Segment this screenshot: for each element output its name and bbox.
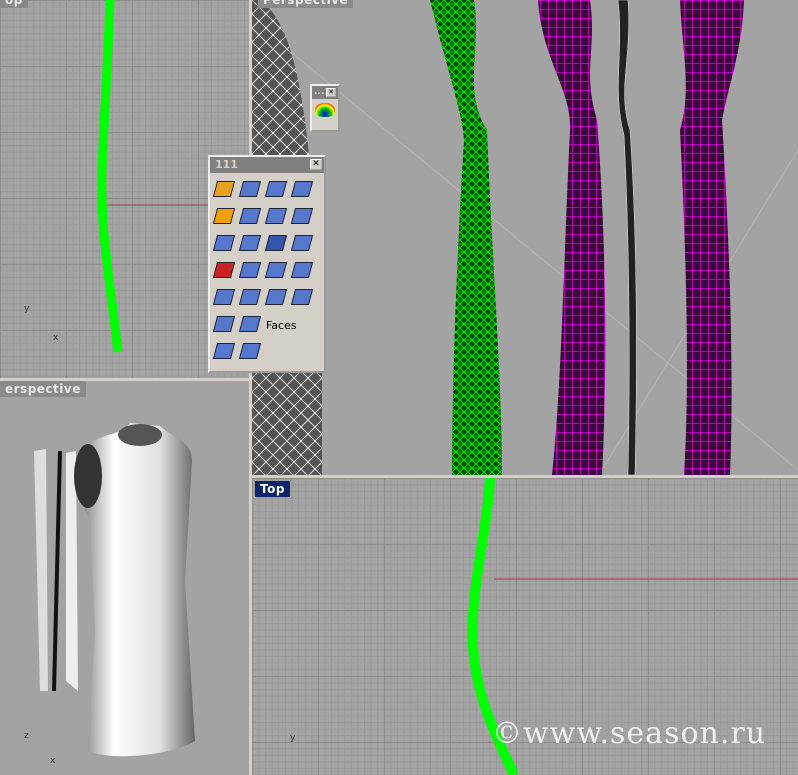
- mesh-strips: [252, 0, 798, 475]
- bend-button[interactable]: [238, 285, 262, 309]
- split-icon: [264, 181, 288, 197]
- mirror-icon: [264, 289, 288, 305]
- rotate-face-button[interactable]: [238, 258, 262, 282]
- axis-z-label: z: [24, 731, 29, 741]
- box-edges-icon: [212, 262, 236, 278]
- point-move-button[interactable]: [264, 204, 288, 228]
- mini-toolbar[interactable]: ... ✕: [310, 84, 340, 132]
- axis-y-label: y: [290, 733, 296, 743]
- project-icon: [238, 208, 262, 224]
- untrim-icon: [290, 235, 314, 251]
- toolbar-title[interactable]: ... ✕: [312, 86, 338, 99]
- patch-icon: [212, 289, 236, 305]
- faces-icon: [238, 316, 262, 332]
- viewport-perspective-main[interactable]: Perspective: [252, 0, 798, 475]
- viewport-perspective-render[interactable]: erspective z x: [0, 381, 249, 775]
- faces-move-icon: [290, 289, 314, 305]
- surface-button[interactable]: [290, 204, 314, 228]
- faces-button[interactable]: [238, 312, 262, 336]
- box-edges-button[interactable]: [212, 258, 236, 282]
- faces-label[interactable]: Faces: [264, 312, 316, 339]
- cube-face-icon: [290, 262, 314, 278]
- viewport-label[interactable]: erspective: [0, 381, 86, 397]
- cplane-icon: [212, 343, 236, 359]
- axis-x-label: x: [50, 756, 56, 766]
- rotate-face-icon: [238, 262, 262, 278]
- floating-toolbar[interactable]: 111 ✕ Faces: [208, 155, 326, 373]
- toolbar-title[interactable]: 111 ✕: [210, 157, 324, 173]
- faces-move-button[interactable]: [290, 285, 314, 309]
- extract-surface-icon: [212, 181, 236, 197]
- toolbar-title-text: 111: [215, 158, 238, 171]
- point-move-icon: [264, 208, 288, 224]
- split-button[interactable]: [264, 177, 288, 201]
- cube-face-button[interactable]: [290, 258, 314, 282]
- plane-surface-icon: [212, 235, 236, 251]
- undo-button[interactable]: [238, 339, 262, 363]
- toolbar-title-text: ...: [314, 87, 325, 97]
- zebra-analysis-icon[interactable]: [315, 103, 335, 117]
- project-button[interactable]: [238, 204, 262, 228]
- close-button[interactable]: ✕: [310, 159, 322, 170]
- text-icon: [264, 235, 288, 251]
- viewport-label[interactable]: Top: [255, 481, 290, 497]
- mirror-button[interactable]: [264, 285, 288, 309]
- trim-button[interactable]: [290, 177, 314, 201]
- viewport-label[interactable]: Perspective: [258, 0, 354, 8]
- explode-star-button[interactable]: [212, 204, 236, 228]
- axis-x-label: x: [53, 333, 59, 343]
- close-button[interactable]: ✕: [326, 88, 336, 97]
- explode-button[interactable]: [238, 177, 262, 201]
- axis-y-label: y: [24, 304, 30, 314]
- split-face-button[interactable]: [264, 258, 288, 282]
- point-icon: [212, 316, 236, 332]
- patch-button[interactable]: [212, 285, 236, 309]
- text-button[interactable]: [264, 231, 288, 255]
- surface-icon: [290, 208, 314, 224]
- split-face-icon: [264, 262, 288, 278]
- extrude-button[interactable]: [238, 231, 262, 255]
- watermark: ©www.season.ru: [492, 716, 767, 751]
- untrim-button[interactable]: [290, 231, 314, 255]
- extract-surface-button[interactable]: [212, 177, 236, 201]
- bend-icon: [238, 289, 262, 305]
- explode-icon: [238, 181, 262, 197]
- extrude-icon: [238, 235, 262, 251]
- cplane-button[interactable]: [212, 339, 236, 363]
- trim-icon: [290, 181, 314, 197]
- undo-icon: [238, 343, 262, 359]
- point-button[interactable]: [212, 312, 236, 336]
- toolbar-buttons: Faces: [210, 173, 324, 370]
- dress-model: [34, 423, 195, 757]
- explode-star-icon: [212, 208, 236, 224]
- plane-surface-button[interactable]: [212, 231, 236, 255]
